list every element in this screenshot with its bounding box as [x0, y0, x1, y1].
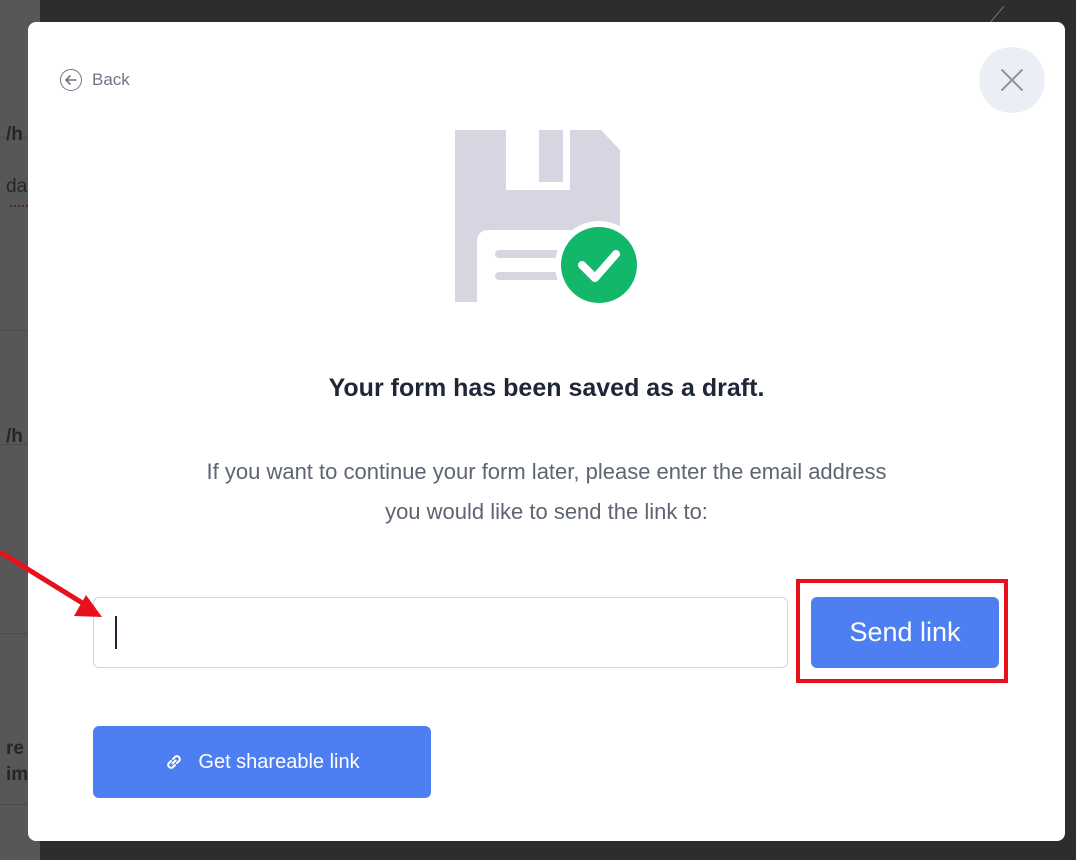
description-line: If you want to continue your form later,… — [206, 459, 887, 484]
close-button[interactable] — [979, 47, 1045, 113]
modal-description: If you want to continue your form later,… — [98, 452, 995, 532]
arrow-left-circle-icon — [60, 69, 82, 91]
back-button[interactable]: Back — [60, 69, 130, 91]
close-icon — [1001, 69, 1023, 91]
get-shareable-link-button[interactable]: Get shareable link — [93, 726, 431, 798]
annotation-arrow-icon — [0, 549, 102, 617]
link-icon — [167, 755, 182, 769]
description-line: you would like to send the link to: — [385, 499, 708, 524]
back-label: Back — [92, 70, 130, 89]
get-shareable-link-label: Get shareable link — [198, 750, 360, 773]
annotation-highlight-box — [796, 579, 1008, 683]
floppy-disk-check-icon — [455, 130, 643, 309]
text-cursor — [115, 616, 117, 649]
save-draft-modal: Back Your form has been saved as a draft… — [28, 22, 1065, 841]
modal-title: Your form has been saved as a draft. — [328, 374, 765, 402]
email-input[interactable] — [93, 597, 788, 668]
